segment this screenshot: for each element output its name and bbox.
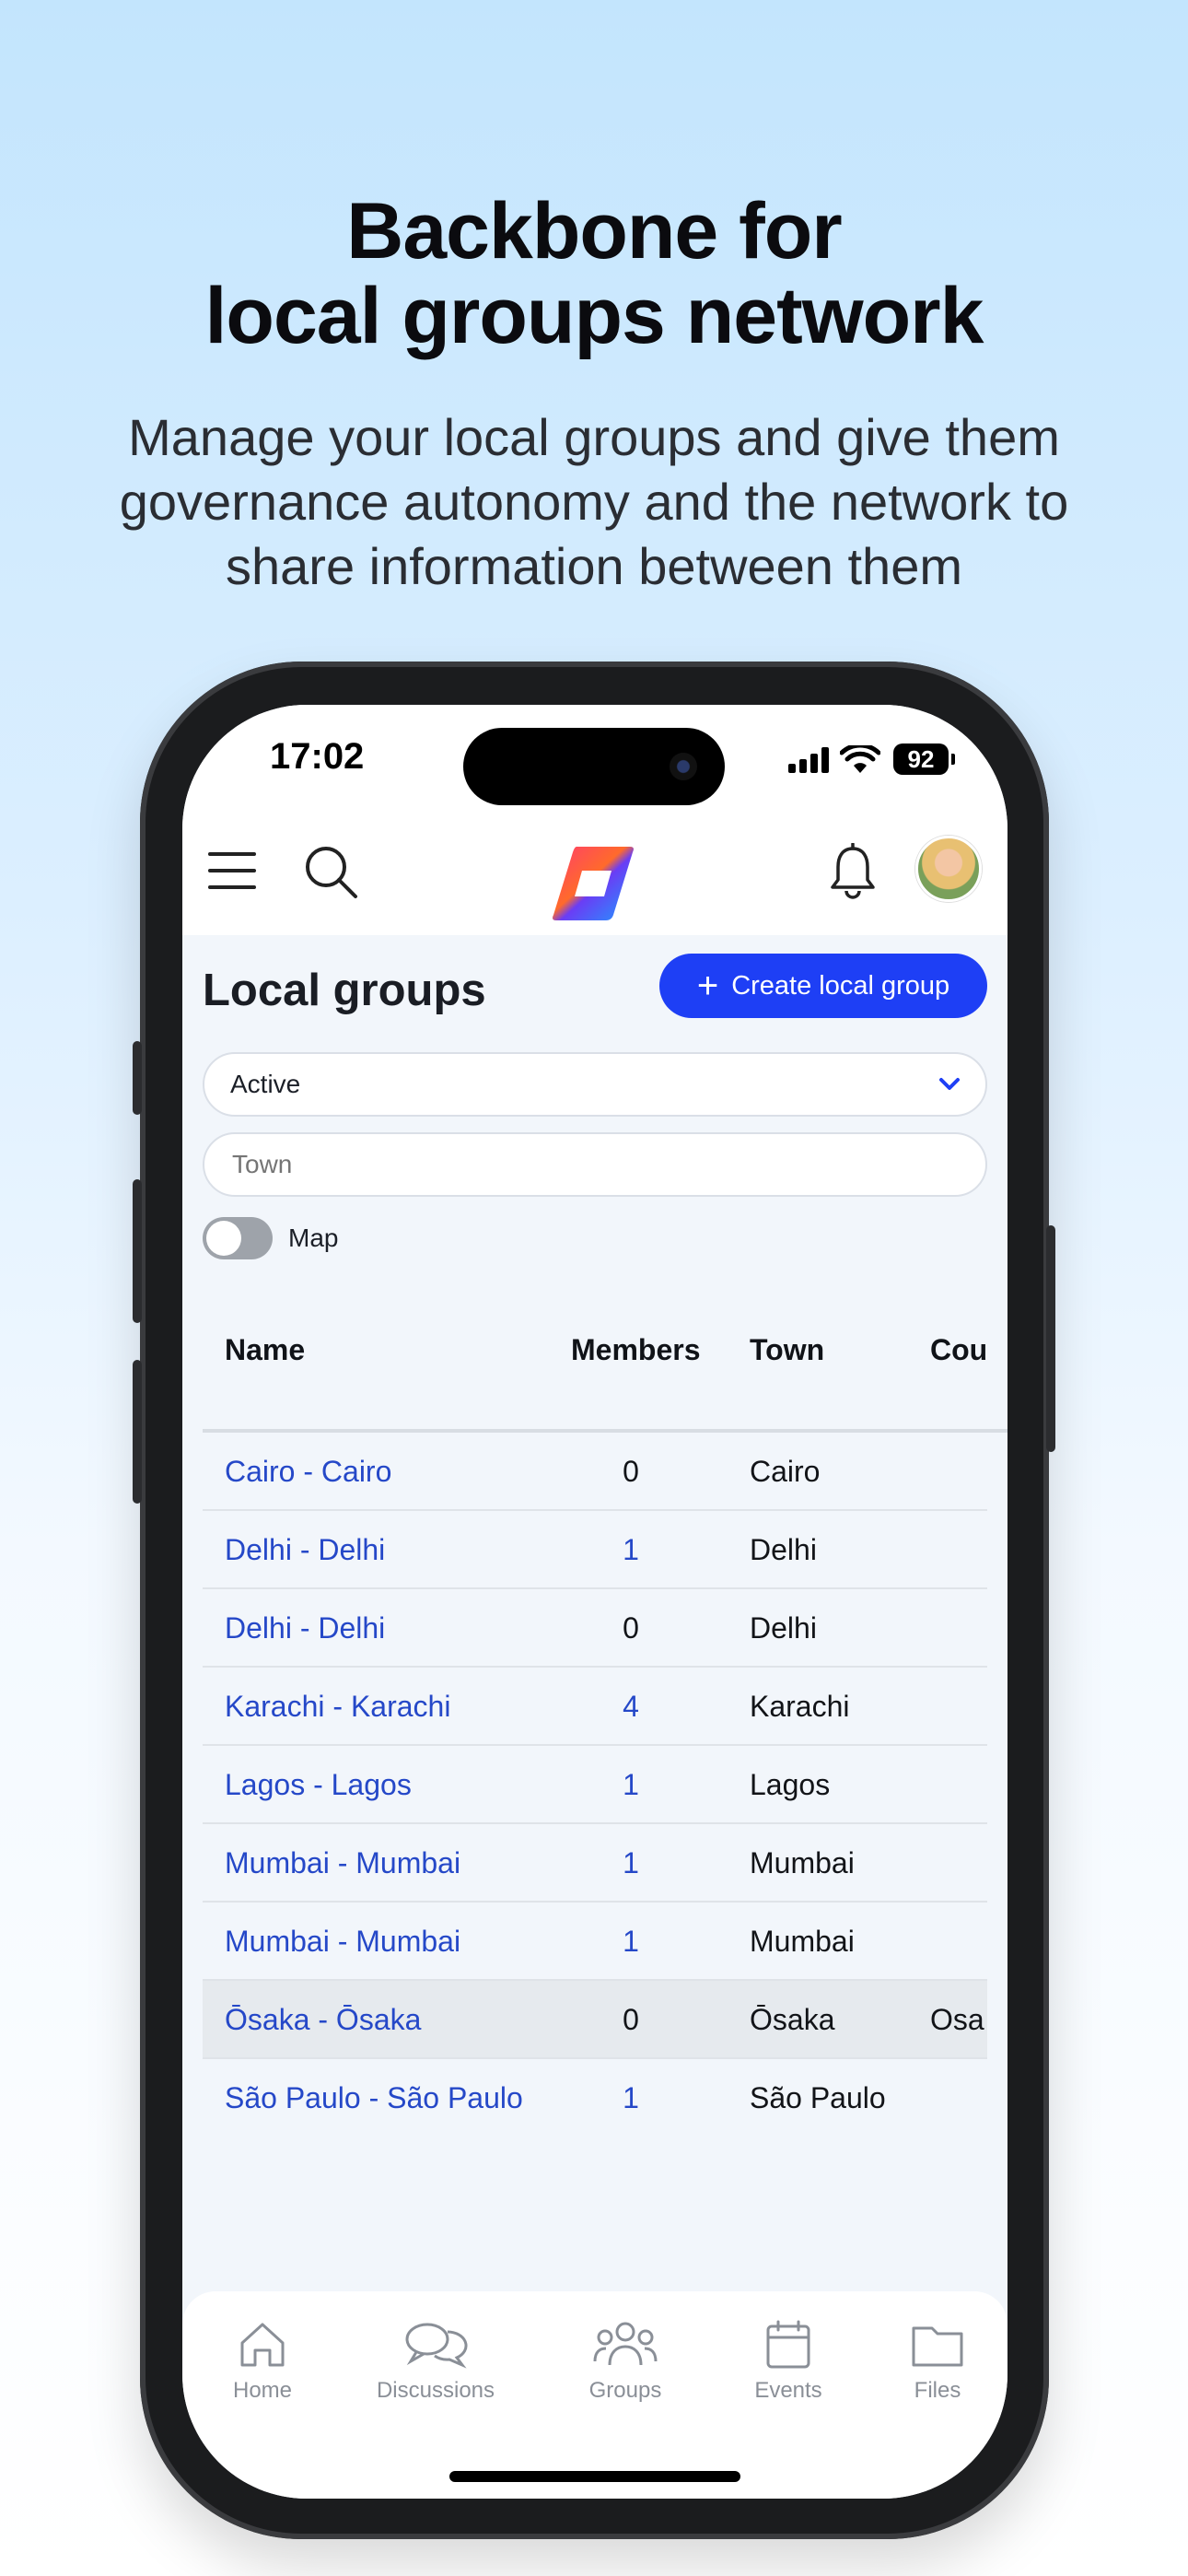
country-cell: Osa bbox=[930, 2003, 984, 2036]
power-button bbox=[1046, 1225, 1055, 1452]
signal-icon bbox=[788, 747, 831, 773]
action-button bbox=[133, 1041, 142, 1115]
tab-groups[interactable]: Groups bbox=[552, 2319, 699, 2404]
members-count: 0 bbox=[623, 1455, 639, 1488]
app-header bbox=[182, 815, 1007, 935]
folder-icon bbox=[912, 2326, 963, 2367]
members-count: 0 bbox=[623, 2003, 639, 2036]
tab-files[interactable]: Files bbox=[864, 2319, 1007, 2404]
table-row: Mumbai - Mumbai 1 Mumbai bbox=[203, 1903, 987, 1981]
table-row-hovered: Ōsaka - Ōsaka 0 Ōsaka Osa bbox=[203, 1981, 987, 2059]
page-title: Local groups bbox=[203, 966, 486, 1015]
volume-down-button bbox=[133, 1360, 142, 1504]
table-row: Karachi - Karachi 4 Karachi bbox=[203, 1668, 987, 1746]
camera-icon bbox=[670, 753, 697, 780]
column-header-town[interactable]: Town bbox=[750, 1333, 824, 1367]
group-name-link[interactable]: Cairo - Cairo bbox=[225, 1455, 391, 1489]
town-cell: Mumbai bbox=[750, 1846, 855, 1879]
battery-icon: 92 bbox=[893, 744, 955, 775]
tab-discussions-label: Discussions bbox=[376, 2378, 495, 2403]
table-row: Lagos - Lagos 1 Lagos bbox=[203, 1746, 987, 1824]
town-cell: São Paulo bbox=[750, 2081, 886, 2114]
tab-files-label: Files bbox=[914, 2378, 961, 2403]
tab-discussions[interactable]: Discussions bbox=[362, 2319, 509, 2404]
user-avatar[interactable] bbox=[915, 836, 982, 902]
tab-events[interactable]: Events bbox=[715, 2319, 862, 2404]
phone-screen: 17:02 92 Local groups + Create local gro… bbox=[182, 705, 1007, 2499]
status-filter-select[interactable]: Active bbox=[203, 1052, 987, 1117]
group-name-link[interactable]: Delhi - Delhi bbox=[225, 1611, 385, 1645]
group-name-link[interactable]: Delhi - Delhi bbox=[225, 1533, 385, 1567]
dynamic-island bbox=[463, 728, 725, 805]
status-bar: 17:02 92 bbox=[182, 705, 1007, 815]
town-cell: Delhi bbox=[750, 1533, 817, 1566]
table-row: Delhi - Delhi 1 Delhi bbox=[203, 1511, 987, 1589]
map-toggle-label: Map bbox=[288, 1224, 339, 1252]
tab-home[interactable]: Home bbox=[189, 2319, 336, 2404]
table-row: Cairo - Cairo 0 Cairo bbox=[203, 1433, 987, 1511]
menu-icon[interactable] bbox=[208, 850, 256, 891]
group-name-link[interactable]: São Paulo - São Paulo bbox=[225, 2081, 523, 2115]
group-name-link[interactable]: Lagos - Lagos bbox=[225, 1768, 412, 1802]
notifications-bell-icon[interactable] bbox=[827, 843, 879, 902]
promo-subtitle: Manage your local groups and give them g… bbox=[119, 408, 1069, 595]
table-row: Delhi - Delhi 0 Delhi bbox=[203, 1589, 987, 1668]
wifi-icon bbox=[840, 745, 880, 773]
promo-headline: Backbone for local groups network bbox=[0, 189, 1188, 358]
group-name-link[interactable]: Mumbai - Mumbai bbox=[225, 1925, 460, 1959]
town-cell: Lagos bbox=[750, 1768, 831, 1801]
tab-home-label: Home bbox=[232, 2378, 293, 2403]
group-name-link[interactable]: Mumbai - Mumbai bbox=[225, 1846, 460, 1880]
home-indicator[interactable] bbox=[449, 2471, 740, 2482]
table-header: Name Members Town Cou bbox=[203, 1285, 1007, 1433]
discussions-icon bbox=[405, 2323, 468, 2369]
app-logo-icon[interactable] bbox=[549, 843, 637, 924]
town-cell: Ōsaka bbox=[750, 2003, 835, 2036]
town-cell: Delhi bbox=[750, 1611, 817, 1645]
toggle-knob bbox=[206, 1221, 241, 1256]
tab-groups-label: Groups bbox=[588, 2378, 662, 2403]
town-cell: Karachi bbox=[750, 1690, 850, 1723]
town-cell: Mumbai bbox=[750, 1925, 855, 1958]
local-groups-table: Name Members Town Cou Cairo - Cairo 0 Ca… bbox=[203, 1285, 1007, 2137]
status-time: 17:02 bbox=[270, 736, 365, 777]
search-icon[interactable] bbox=[302, 843, 361, 902]
group-name-link[interactable]: Karachi - Karachi bbox=[225, 1690, 450, 1724]
volume-up-button bbox=[133, 1179, 142, 1323]
members-count-link[interactable]: 1 bbox=[580, 1768, 681, 1802]
column-header-members[interactable]: Members bbox=[571, 1333, 701, 1367]
plus-icon: + bbox=[696, 966, 719, 1006]
create-local-group-button[interactable]: + Create local group bbox=[659, 954, 987, 1018]
promo-headline-line2: local groups network bbox=[204, 272, 984, 360]
home-icon bbox=[240, 2323, 285, 2367]
status-filter-value: Active bbox=[230, 1070, 301, 1098]
members-count-link[interactable]: 1 bbox=[580, 1533, 681, 1567]
column-header-country[interactable]: Cou bbox=[930, 1333, 987, 1367]
members-count-link[interactable]: 1 bbox=[580, 1846, 681, 1880]
town-cell: Cairo bbox=[750, 1455, 821, 1488]
group-name-link[interactable]: Ōsaka - Ōsaka bbox=[225, 2003, 421, 2037]
tab-events-label: Events bbox=[754, 2378, 822, 2403]
table-row: São Paulo - São Paulo 1 São Paulo bbox=[203, 2059, 987, 2137]
members-count-link[interactable]: 1 bbox=[580, 2081, 681, 2115]
chevron-down-icon bbox=[939, 1078, 960, 1090]
members-count-link[interactable]: 1 bbox=[580, 1925, 681, 1959]
groups-icon bbox=[593, 2322, 658, 2366]
town-input[interactable] bbox=[203, 1132, 987, 1197]
members-count-link[interactable]: 4 bbox=[580, 1690, 681, 1724]
create-local-group-label: Create local group bbox=[731, 970, 950, 1001]
column-header-name[interactable]: Name bbox=[225, 1333, 305, 1367]
map-toggle[interactable] bbox=[203, 1217, 273, 1259]
members-count: 0 bbox=[623, 1611, 639, 1645]
promo-headline-line1: Backbone for bbox=[346, 187, 843, 275]
calendar-icon bbox=[766, 2320, 810, 2369]
table-row: Mumbai - Mumbai 1 Mumbai bbox=[203, 1824, 987, 1903]
bottom-tab-bar: Home Discussions Groups Events Files bbox=[182, 2291, 1007, 2499]
